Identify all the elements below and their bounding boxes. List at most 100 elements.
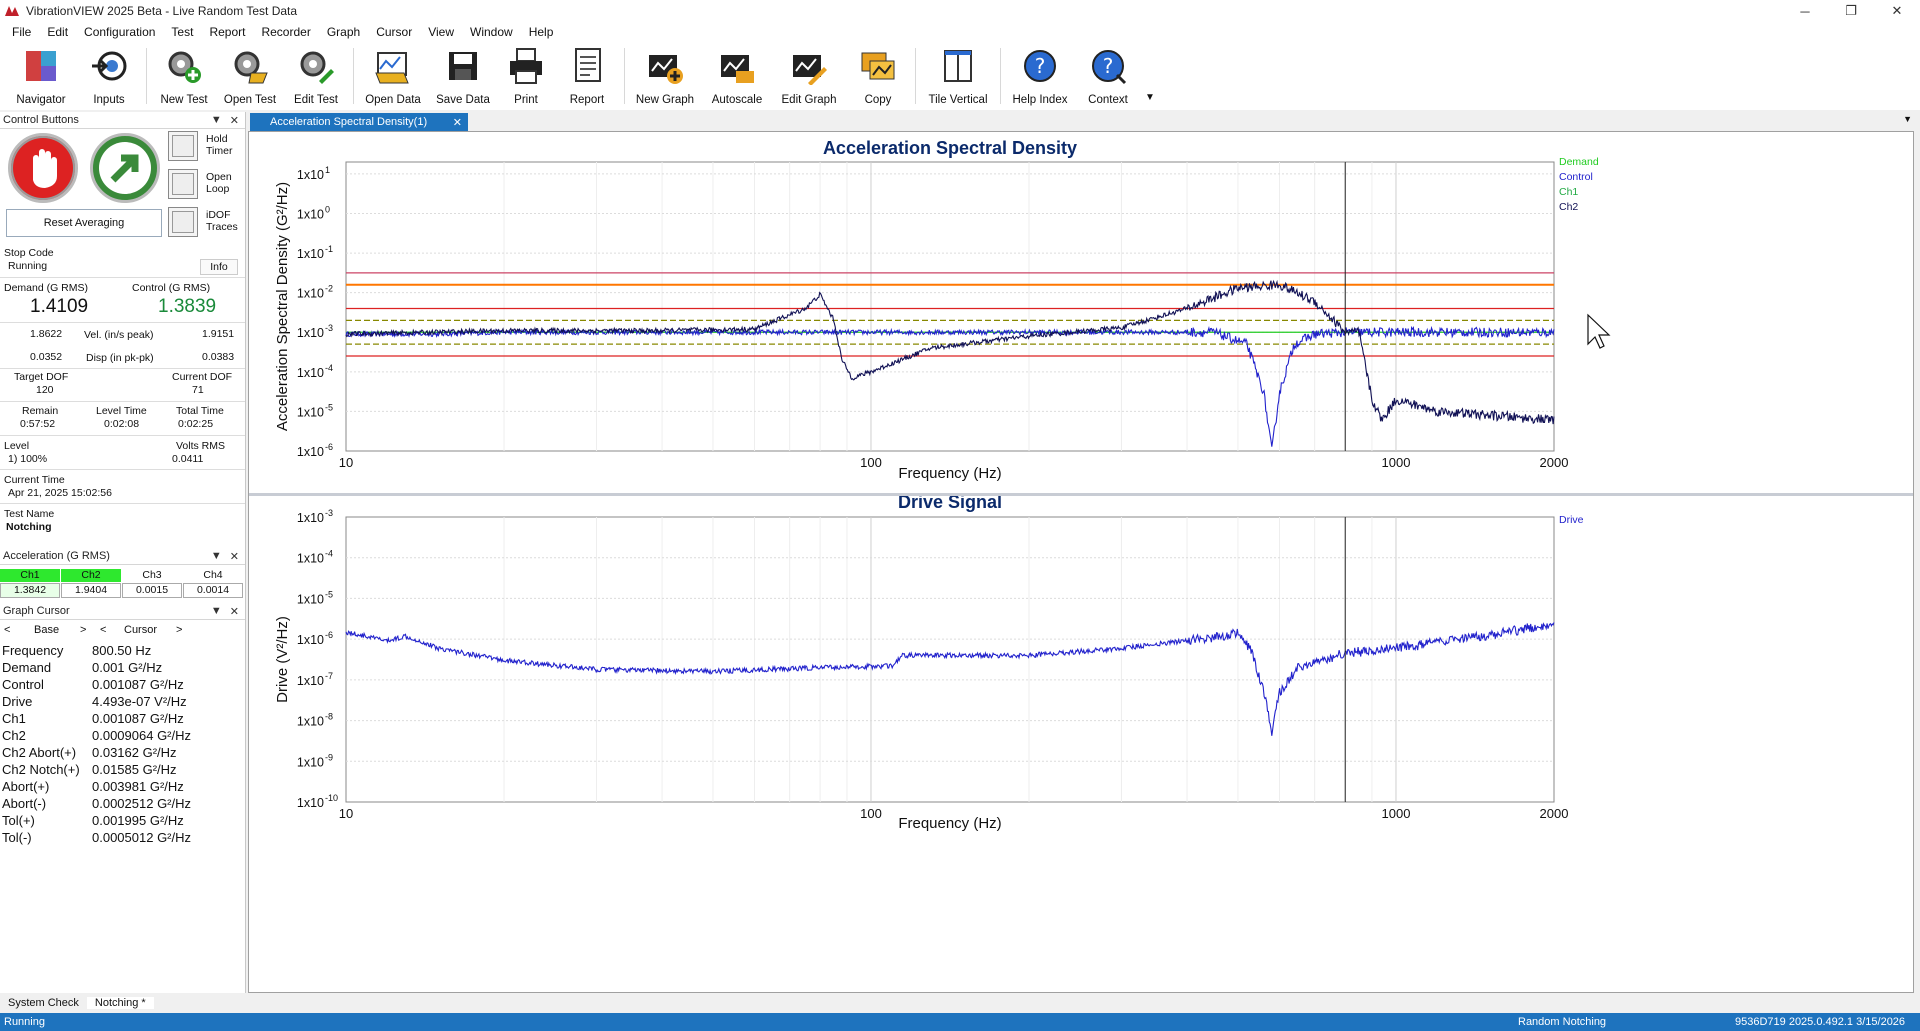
menu-edit[interactable]: Edit: [39, 25, 76, 39]
toolbar-overflow-icon[interactable]: ▼: [1145, 92, 1155, 103]
cursor-row-drive: Drive 4.493e-07 V²/Hz: [2, 694, 187, 709]
panel-dropdown-icon[interactable]: ▼: [211, 114, 222, 127]
y-tick-label: 1x10: [297, 287, 324, 301]
status-bar: Running Random Notching 9536D719 2025.0.…: [0, 1013, 1920, 1031]
panel-dropdown-icon[interactable]: ▼: [211, 605, 222, 618]
menu-configuration[interactable]: Configuration: [76, 25, 163, 39]
open-data-button[interactable]: Open Data: [358, 42, 428, 108]
status-left: Running: [4, 1016, 45, 1028]
ch2-value: 1.9404: [61, 583, 121, 598]
context-help-button[interactable]: ? Context: [1075, 42, 1141, 108]
cursor-prev-button[interactable]: <: [100, 624, 106, 636]
base-next-button[interactable]: >: [80, 624, 86, 636]
copy-button[interactable]: Copy: [845, 42, 911, 108]
cursor-row-ch2-abort: Ch2 Abort(+) 0.03162 G²/Hz: [2, 745, 177, 760]
panel-close-icon[interactable]: ✕: [230, 550, 239, 563]
legend-entry-demand: Demand: [1559, 156, 1599, 168]
open-test-button[interactable]: Open Test: [217, 42, 283, 108]
y-tick-label: 1x10: [297, 755, 324, 769]
menu-file[interactable]: File: [4, 25, 39, 39]
tab-close-icon[interactable]: ✕: [453, 116, 462, 129]
print-icon: [510, 48, 542, 84]
y-tick-exponent: -6: [325, 442, 333, 452]
mouse-pointer-icon: [1587, 313, 1611, 349]
open-data-icon: [375, 52, 409, 84]
volts-rms-label: Volts RMS: [176, 440, 226, 452]
report-button[interactable]: Report: [554, 42, 620, 108]
run-button[interactable]: [90, 133, 160, 203]
autoscale-button[interactable]: Autoscale: [701, 42, 773, 108]
cursor-label: Cursor: [124, 624, 158, 636]
info-button[interactable]: Info: [200, 259, 238, 275]
autoscale-icon: [721, 55, 754, 83]
toolbar: Navigator Inputs New Test Open Test Edit…: [0, 42, 1920, 110]
inputs-icon: [92, 51, 127, 81]
menu-cursor[interactable]: Cursor: [368, 25, 420, 39]
graph-area[interactable]: Acceleration Spectral Density 1x10 1 1x10 0 1…: [248, 131, 1914, 993]
y-tick-exponent: 1: [325, 165, 330, 175]
x-tick-label: 2000: [1540, 455, 1569, 470]
save-data-icon: [449, 52, 477, 80]
stop-button[interactable]: [8, 133, 78, 203]
total-time-value: 0:02:25: [178, 418, 214, 430]
y-tick-label: 1x10: [297, 326, 324, 340]
new-graph-button[interactable]: New Graph: [629, 42, 701, 108]
y-tick-label: 1x10: [297, 168, 324, 182]
y-tick-exponent: -6: [325, 630, 333, 640]
chart-drive: Drive Signal1x10 -31x10 -41x10 -51x10 -61x10…: [274, 492, 1584, 832]
menu-graph[interactable]: Graph: [319, 25, 368, 39]
tab-system-check[interactable]: System Check: [0, 997, 87, 1009]
panel-close-icon[interactable]: ✕: [230, 605, 239, 618]
menu-view[interactable]: View: [420, 25, 462, 39]
y-tick-label: 1x10: [297, 445, 324, 459]
menu-recorder[interactable]: Recorder: [253, 25, 318, 39]
graphs-svg[interactable]: Acceleration Spectral Density1x10 11x10 01…: [249, 132, 1913, 992]
y-tick-exponent: -3: [325, 508, 333, 518]
tab-overflow-icon[interactable]: ▼: [1903, 114, 1912, 124]
panel-close-icon[interactable]: ✕: [230, 114, 239, 127]
level-time-value: 0:02:08: [104, 418, 140, 430]
menu-report[interactable]: Report: [201, 25, 253, 39]
idof-traces-button[interactable]: [168, 207, 198, 237]
minimize-button[interactable]: ─: [1782, 0, 1828, 22]
inputs-button[interactable]: Inputs: [76, 42, 142, 108]
open-loop-button[interactable]: [168, 169, 198, 199]
new-test-button[interactable]: New Test: [151, 42, 217, 108]
navigator-button[interactable]: Navigator: [6, 42, 76, 108]
tile-vertical-icon: [944, 50, 972, 82]
menu-help[interactable]: Help: [521, 25, 562, 39]
y-tick-exponent: -2: [325, 284, 333, 294]
edit-graph-button[interactable]: Edit Graph: [773, 42, 845, 108]
tile-vertical-button[interactable]: Tile Vertical: [920, 42, 996, 108]
panel-dropdown-icon[interactable]: ▼: [211, 550, 222, 563]
legend-entry-ch2: Ch2: [1559, 201, 1578, 213]
save-data-button[interactable]: Save Data: [428, 42, 498, 108]
menu-test[interactable]: Test: [163, 25, 201, 39]
base-prev-button[interactable]: <: [4, 624, 10, 636]
x-tick-label: 1000: [1382, 455, 1411, 470]
reset-averaging-button[interactable]: Reset Averaging: [6, 209, 162, 237]
y-tick-exponent: -5: [325, 402, 333, 412]
open-loop-label: Open Loop: [206, 171, 232, 195]
app-logo-icon: [5, 6, 19, 16]
disp-label: Disp (in pk-pk): [86, 352, 154, 364]
menu-bar: File Edit Configuration Test Report Reco…: [0, 22, 1920, 42]
y-tick-label: 1x10: [297, 552, 324, 566]
tab-notching[interactable]: Notching *: [86, 997, 154, 1009]
maximize-button[interactable]: ❐: [1828, 0, 1874, 22]
edit-test-button[interactable]: Edit Test: [283, 42, 349, 108]
tab-acceleration-spectral-density[interactable]: Acceleration Spectral Density(1) ✕: [250, 113, 468, 131]
menu-window[interactable]: Window: [462, 25, 521, 39]
hold-timer-button[interactable]: [168, 131, 198, 161]
print-button[interactable]: Print: [498, 42, 554, 108]
cursor-row-frequency: Frequency 800.50 Hz: [2, 643, 152, 658]
close-button[interactable]: ✕: [1874, 0, 1920, 22]
y-tick-exponent: -4: [325, 363, 333, 373]
hold-timer-label: Hold Timer: [206, 133, 233, 157]
graph-divider: [249, 493, 1913, 496]
y-tick-exponent: -4: [325, 549, 333, 559]
ch1-header: Ch1: [0, 569, 60, 582]
cursor-next-button[interactable]: >: [176, 624, 182, 636]
help-index-button[interactable]: ? Help Index: [1005, 42, 1075, 108]
y-tick-label: 1x10: [297, 715, 324, 729]
